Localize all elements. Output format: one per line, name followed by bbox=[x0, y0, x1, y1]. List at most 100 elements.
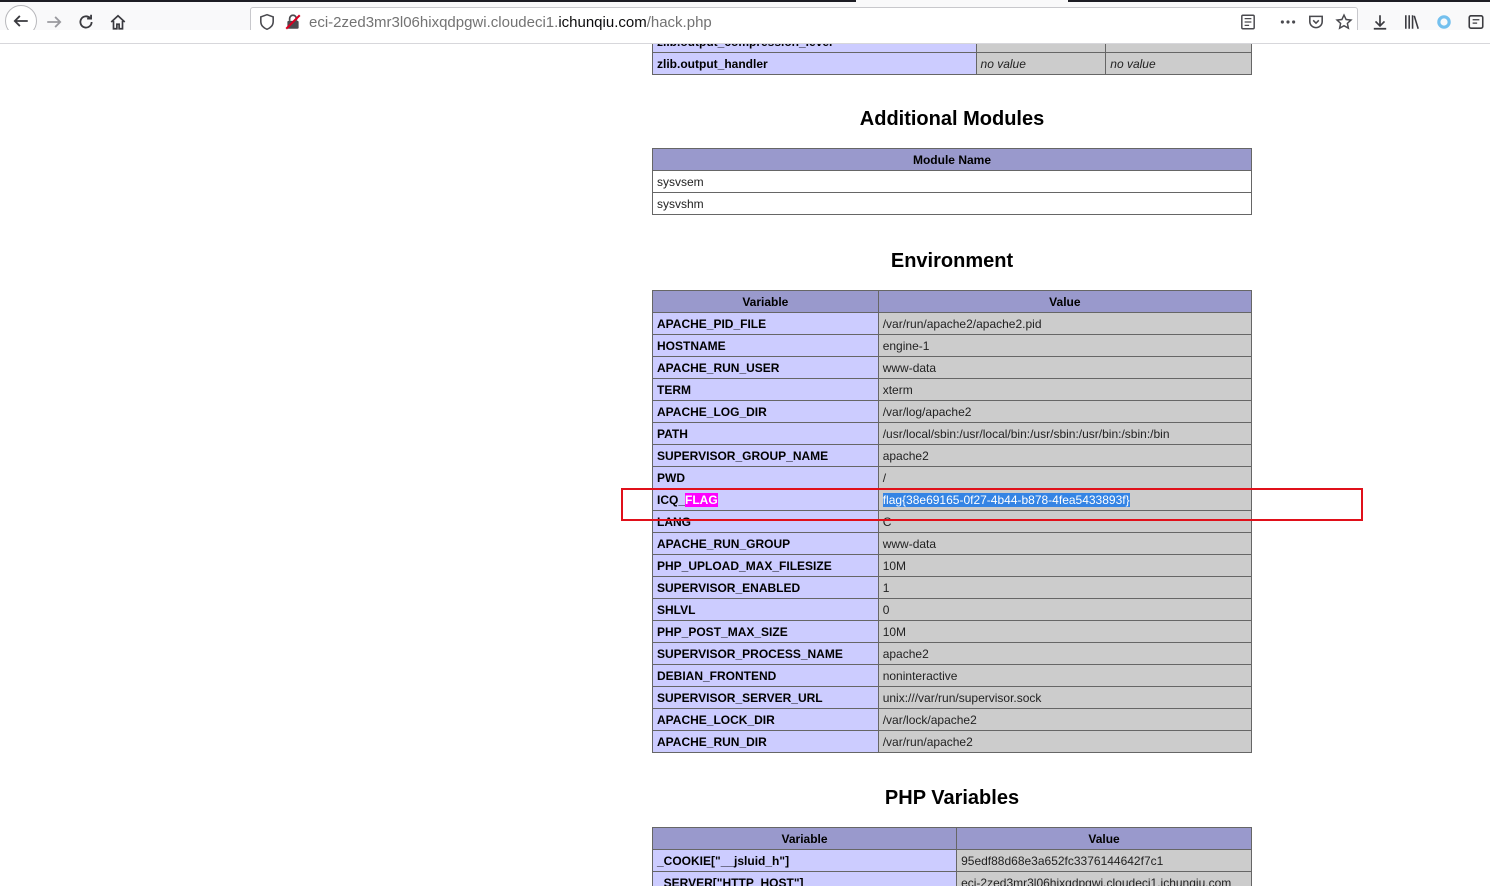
url-path: /hack.php bbox=[646, 14, 712, 31]
env-variable-name: HOSTNAME bbox=[652, 334, 879, 357]
table-row: PATH/usr/local/sbin:/usr/local/bin:/usr/… bbox=[652, 422, 1253, 445]
table-row: DEBIAN_FRONTEND noninteractive bbox=[652, 664, 1253, 687]
variable-header: Variable bbox=[651, 827, 958, 850]
table-row: PWD / bbox=[652, 466, 1253, 489]
shield-icon[interactable] bbox=[258, 13, 276, 31]
env-variable-name: APACHE_RUN_USER bbox=[652, 356, 879, 379]
table-row: SUPERVISOR_ENABLED 1 bbox=[652, 576, 1253, 599]
variable-header: Variable bbox=[652, 290, 879, 313]
arrow-left-icon bbox=[13, 15, 28, 27]
table-row: _COOKIE["__jsluid_h"] 95edf88d68e3a652fc3… bbox=[651, 849, 1252, 872]
table-row: APACHE_LOG_DIR/var/log/apache2 bbox=[652, 400, 1253, 423]
home-icon bbox=[110, 14, 126, 30]
env-variable-value: flag{38e69165-0f27-4b44-b878-4fea5433893… bbox=[877, 488, 1253, 511]
env-variable-value: 1 bbox=[877, 576, 1253, 599]
section-title-modules: Additional Modules bbox=[859, 108, 1045, 130]
flag-name-prefix: ICQ_ bbox=[657, 492, 686, 507]
env-variable-value: unix:///var/run/supervisor.sock bbox=[877, 686, 1253, 709]
config-directive: zlib.output_handler bbox=[652, 52, 977, 75]
section-title-environment: Environment bbox=[890, 250, 1014, 272]
env-variable-value: /var/lock/apache2 bbox=[877, 708, 1253, 731]
php-variable-value: 95edf88d68e3a652fc3376144642f7c1 bbox=[956, 849, 1252, 872]
env-variable-name: SUPERVISOR_GROUP_NAME bbox=[652, 444, 879, 467]
reader-view-icon[interactable] bbox=[1239, 13, 1257, 31]
table-row: APACHE_RUN_GROUP www-data bbox=[652, 532, 1253, 555]
environment-rows: APACHE_PID_FILE/var/run/apache2/apache2.… bbox=[652, 312, 1253, 753]
url-prefix: eci-2zed3mr3l06hixqdpgwi.cloudeci1. bbox=[309, 14, 559, 31]
env-variable-name: DEBIAN_FRONTEND bbox=[652, 664, 879, 687]
table-row: SUPERVISOR_PROCESS_NAME apache2 bbox=[652, 642, 1253, 665]
toolbar-shadow bbox=[0, 30, 1490, 44]
env-variable-name: APACHE_LOG_DIR bbox=[652, 400, 879, 423]
table-row: ICQ_FLAG flag{38e69165-0f27-4b44-b878-4fe… bbox=[652, 488, 1253, 511]
active-tab[interactable] bbox=[856, 0, 1068, 2]
table-row: LANG C bbox=[652, 510, 1253, 533]
env-variable-name: TERM bbox=[652, 378, 879, 401]
table-row: APACHE_RUN_DIR/var/run/apache2 bbox=[652, 730, 1253, 753]
env-variable-value: engine-1 bbox=[877, 334, 1253, 357]
env-variable-name: APACHE_RUN_DIR bbox=[652, 730, 879, 753]
table-row: HOSTNAME engine-1 bbox=[652, 334, 1253, 357]
env-variable-name: SUPERVISOR_PROCESS_NAME bbox=[652, 642, 879, 665]
table-row: sysvshm bbox=[652, 192, 1252, 215]
env-variable-name: SHLVL bbox=[652, 598, 879, 621]
env-variable-value: /var/run/apache2/apache2.pid bbox=[877, 312, 1253, 335]
env-variable-name: APACHE_RUN_GROUP bbox=[652, 532, 879, 555]
env-variable-name: APACHE_LOCK_DIR bbox=[652, 708, 879, 731]
env-variable-value: www-data bbox=[877, 532, 1253, 555]
selected-flag-value[interactable]: flag{38e69165-0f27-4b44-b878-4fea5433893… bbox=[882, 492, 1130, 507]
env-variable-value: /usr/local/sbin:/usr/local/bin:/usr/sbin… bbox=[877, 422, 1253, 445]
module-name-cell: sysvsem bbox=[652, 170, 1252, 193]
env-variable-value: C bbox=[877, 510, 1253, 533]
table-row: _SERVER["HTTP_HOST"] eci-2zed3mr3l06hixqd… bbox=[651, 871, 1252, 886]
reader-extension-icon bbox=[1468, 15, 1484, 29]
env-variable-name: LANG bbox=[652, 510, 879, 533]
bookmark-star-icon[interactable] bbox=[1335, 13, 1353, 31]
value-header: Value bbox=[956, 827, 1252, 850]
reload-icon bbox=[79, 14, 93, 29]
module-name-header: Module Name bbox=[652, 148, 1252, 171]
extension-circle-icon bbox=[1437, 15, 1451, 29]
table-row: PHP_UPLOAD_MAX_FILESIZE 10M bbox=[652, 554, 1253, 577]
table-row: sysvsem bbox=[652, 170, 1252, 193]
url-domain: ichunqiu.com bbox=[558, 14, 647, 31]
url-text[interactable]: eci-2zed3mr3l06hixqdpgwi.cloudeci1.ichun… bbox=[309, 14, 712, 31]
table-row: PHP_POST_MAX_SIZE 10M bbox=[652, 620, 1253, 643]
env-variable-name: PATH bbox=[652, 422, 879, 445]
env-variable-value: xterm bbox=[877, 378, 1253, 401]
environment-table: Variable Value APACHE_PID_FILE/var/run/a… bbox=[652, 290, 1253, 753]
insecure-lock-icon[interactable] bbox=[284, 13, 302, 31]
table-header-row: Module Name bbox=[652, 148, 1252, 171]
php-variable-name: _SERVER["HTTP_HOST"] bbox=[651, 871, 958, 886]
library-icon bbox=[1405, 15, 1419, 29]
php-variable-rows: _COOKIE["__jsluid_h"] 95edf88d68e3a652fc3… bbox=[651, 849, 1252, 886]
section-title-php-variables: PHP Variables bbox=[884, 787, 1020, 809]
env-variable-value: noninteractive bbox=[877, 664, 1253, 687]
env-variable-name: ICQ_FLAG bbox=[652, 488, 879, 511]
env-variable-name: PHP_UPLOAD_MAX_FILESIZE bbox=[652, 554, 879, 577]
php-variables-table-wrapper: Variable Value _COOKIE["__jsluid_h"] 95ed… bbox=[651, 827, 1252, 886]
table-header-row: Variable Value bbox=[651, 827, 1252, 850]
env-variable-value: 10M bbox=[877, 554, 1253, 577]
table-row: SHLVL 0 bbox=[652, 598, 1253, 621]
env-variable-value: /var/log/apache2 bbox=[877, 400, 1253, 423]
more-actions-icon[interactable] bbox=[1279, 13, 1297, 31]
env-variable-value: /var/run/apache2 bbox=[877, 730, 1253, 753]
table-row: SUPERVISOR_SERVER_URL unix:///var/run/sup… bbox=[652, 686, 1253, 709]
config-local-value: no value bbox=[975, 52, 1107, 75]
table-row: APACHE_PID_FILE/var/run/apache2/apache2.… bbox=[652, 312, 1253, 335]
table-row: SUPERVISOR_GROUP_NAME apache2 bbox=[652, 444, 1253, 467]
env-variable-value: apache2 bbox=[877, 642, 1253, 665]
php-variables-table: Variable Value _COOKIE["__jsluid_h"] 95ed… bbox=[651, 827, 1252, 886]
table-row: zlib.output_handler no value no value bbox=[652, 52, 1252, 75]
env-variable-name: SUPERVISOR_ENABLED bbox=[652, 576, 879, 599]
env-variable-name: APACHE_PID_FILE bbox=[652, 312, 879, 335]
env-variable-value: apache2 bbox=[877, 444, 1253, 467]
modules-table-wrapper: Module Name sysvsem sysvshm bbox=[652, 148, 1252, 215]
module-name-cell: sysvshm bbox=[652, 192, 1252, 215]
environment-table-wrapper: Variable Value APACHE_PID_FILE/var/run/a… bbox=[652, 290, 1253, 753]
modules-table: Module Name sysvsem sysvshm bbox=[652, 148, 1252, 215]
env-variable-value: 0 bbox=[877, 598, 1253, 621]
pocket-icon[interactable] bbox=[1307, 13, 1325, 31]
env-variable-name: SUPERVISOR_SERVER_URL bbox=[652, 686, 879, 709]
